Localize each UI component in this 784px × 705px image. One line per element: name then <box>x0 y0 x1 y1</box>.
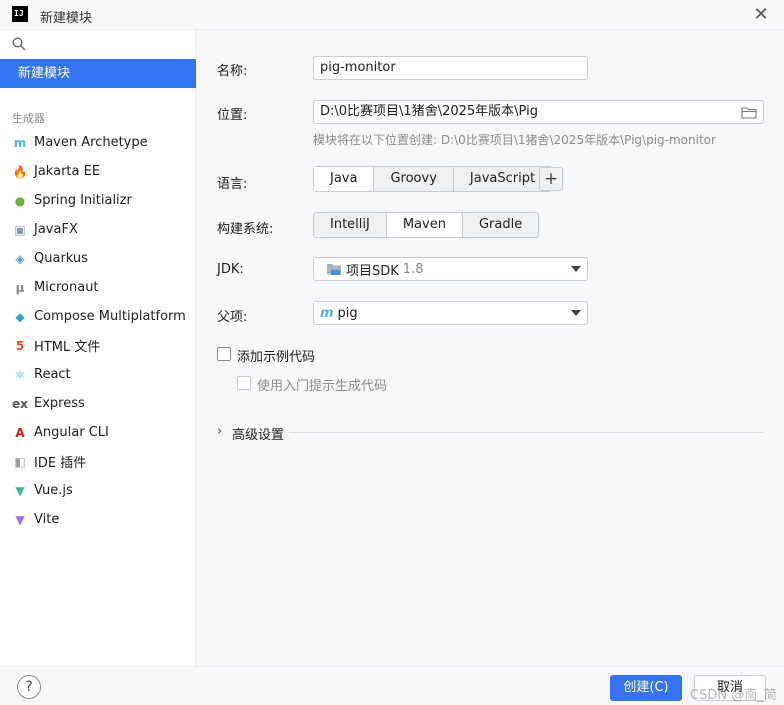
build-system-option[interactable]: IntelliJ <box>314 213 387 237</box>
parent-dropdown[interactable]: m pig <box>313 301 588 325</box>
jdk-value: 项目SDK <box>346 263 399 279</box>
vue-icon: ▼ <box>15 483 25 498</box>
jdk-version: 1.8 <box>402 261 424 277</box>
sidebar-item-label: Compose Multiplatform <box>34 309 186 324</box>
create-button[interactable]: 创建(C) <box>610 675 682 701</box>
sidebar-item-label: HTML 文件 <box>34 340 101 355</box>
folder-icon[interactable] <box>741 106 757 119</box>
sidebar-item-label: IDE 插件 <box>34 456 87 471</box>
vite-icon: ▼ <box>15 512 25 527</box>
sidebar: 新建模块 生成器 m Maven Archetype 🔥 Jakarta EE ● Spr… <box>0 30 196 666</box>
sample-code-label: 添加示例代码 <box>237 350 316 365</box>
sidebar-item-label: Vite <box>34 512 60 527</box>
sidebar-item-label: Angular CLI <box>34 425 109 440</box>
location-input[interactable]: D:\0比赛项目\1猪舍\2025年版本\Pig <box>313 100 764 124</box>
language-option[interactable]: Groovy <box>374 167 454 191</box>
sample-code-checkbox[interactable] <box>217 347 231 361</box>
add-language-button[interactable]: + <box>539 167 563 191</box>
jakarta-icon: 🔥 <box>12 164 28 179</box>
sidebar-item-spring[interactable]: ● Spring Initializr <box>0 186 196 215</box>
title-bar: IJ 新建模块 ✕ <box>0 0 784 30</box>
close-icon[interactable]: ✕ <box>752 6 770 24</box>
maven-icon: m <box>13 135 27 150</box>
sidebar-item-label: Maven Archetype <box>34 135 148 150</box>
sidebar-item-vue[interactable]: ▼ Vue.js <box>0 476 196 505</box>
sidebar-item-maven[interactable]: m Maven Archetype <box>0 128 196 157</box>
jdk-folder-icon <box>327 263 341 275</box>
sidebar-search[interactable] <box>0 30 195 58</box>
sidebar-item-react[interactable]: ⚛ React <box>0 360 196 389</box>
build-system-label: 构建系统: <box>217 222 274 237</box>
sidebar-item-label: Jakarta EE <box>34 164 101 179</box>
ide-plugin-icon: ◧ <box>14 454 26 469</box>
javafx-icon: ▣ <box>14 222 26 237</box>
sidebar-item-label: Express <box>34 396 85 411</box>
spring-icon: ● <box>14 193 26 208</box>
name-label: 名称: <box>217 64 248 79</box>
chevron-down-icon <box>571 310 581 316</box>
express-icon: ex <box>12 396 28 411</box>
language-label: 语言: <box>217 177 248 192</box>
sidebar-item-angular[interactable]: A Angular CLI <box>0 418 196 447</box>
sidebar-item-label: JavaFX <box>34 222 78 237</box>
sidebar-item-new-module[interactable]: 新建模块 <box>0 59 196 88</box>
sidebar-item-compose[interactable]: ◆ Compose Multiplatform <box>0 302 196 331</box>
search-icon <box>12 37 26 51</box>
react-icon: ⚛ <box>14 367 26 382</box>
window-title: 新建模块 <box>40 11 93 26</box>
sidebar-item-express[interactable]: ex Express <box>0 389 196 418</box>
name-input[interactable]: pig-monitor <box>313 56 588 80</box>
maven-icon: m <box>320 305 334 321</box>
micronaut-icon: μ <box>15 280 25 295</box>
onboarding-checkbox[interactable] <box>237 376 251 390</box>
advanced-settings-toggle[interactable]: 高级设置 <box>232 424 284 443</box>
sidebar-item-label: Spring Initializr <box>34 193 132 208</box>
sidebar-item-label: React <box>34 367 71 382</box>
help-button[interactable]: ? <box>17 675 41 699</box>
compose-icon: ◆ <box>15 309 25 324</box>
footer: ? 创建(C) 取消 <box>0 666 784 705</box>
language-option[interactable]: Java <box>314 167 375 191</box>
build-system-option[interactable]: Maven <box>386 213 463 237</box>
location-value: D:\0比赛项目\1猪舍\2025年版本\Pig <box>320 104 538 119</box>
sidebar-item-label: Micronaut <box>34 280 99 295</box>
watermark: CSDN @南_简 <box>690 688 777 703</box>
parent-label: 父项: <box>217 310 248 325</box>
divider <box>289 432 764 433</box>
onboarding-label: 使用入门提示生成代码 <box>257 379 388 394</box>
build-system-selector: IntelliJ Maven Gradle <box>313 212 540 238</box>
chevron-down-icon <box>571 266 581 272</box>
sidebar-item-quarkus[interactable]: ◈ Quarkus <box>0 244 196 273</box>
sidebar-item-micronaut[interactable]: μ Micronaut <box>0 273 196 302</box>
sidebar-item-jakarta[interactable]: 🔥 Jakarta EE <box>0 157 196 186</box>
jdk-label: JDK: <box>217 262 244 277</box>
sidebar-item-label: Vue.js <box>34 483 73 498</box>
sidebar-item-vite[interactable]: ▼ Vite <box>0 505 196 534</box>
sidebar-item-label: Quarkus <box>34 251 88 266</box>
jdk-dropdown[interactable]: 项目SDK 1.8 <box>313 257 588 281</box>
parent-value: pig <box>337 305 358 321</box>
language-selector: Java Groovy JavaScript <box>313 166 553 192</box>
sidebar-item-javafx[interactable]: ▣ JavaFX <box>0 215 196 244</box>
build-system-option[interactable]: Gradle <box>463 213 538 237</box>
location-hint: 模块将在以下位置创建: D:\0比赛项目\1猪舍\2025年版本\Pig\pig… <box>313 133 716 147</box>
location-label: 位置: <box>217 108 248 123</box>
quarkus-icon: ◈ <box>15 251 25 266</box>
language-option[interactable]: JavaScript <box>454 167 551 191</box>
main-panel: 名称: pig-monitor 位置: D:\0比赛项目\1猪舍\2025年版本… <box>197 30 784 666</box>
sidebar-item-html5[interactable]: 5 HTML 文件 <box>0 331 196 360</box>
generators-header: 生成器 <box>12 112 45 125</box>
sidebar-item-ide-plugin[interactable]: ◧ IDE 插件 <box>0 447 196 476</box>
intellij-logo-icon: IJ <box>12 6 28 22</box>
generators-list: m Maven Archetype 🔥 Jakarta EE ● Spring Initi… <box>0 128 196 534</box>
angular-icon: A <box>15 425 25 440</box>
chevron-right-icon[interactable]: › <box>217 424 222 439</box>
html5-icon: 5 <box>15 338 25 353</box>
